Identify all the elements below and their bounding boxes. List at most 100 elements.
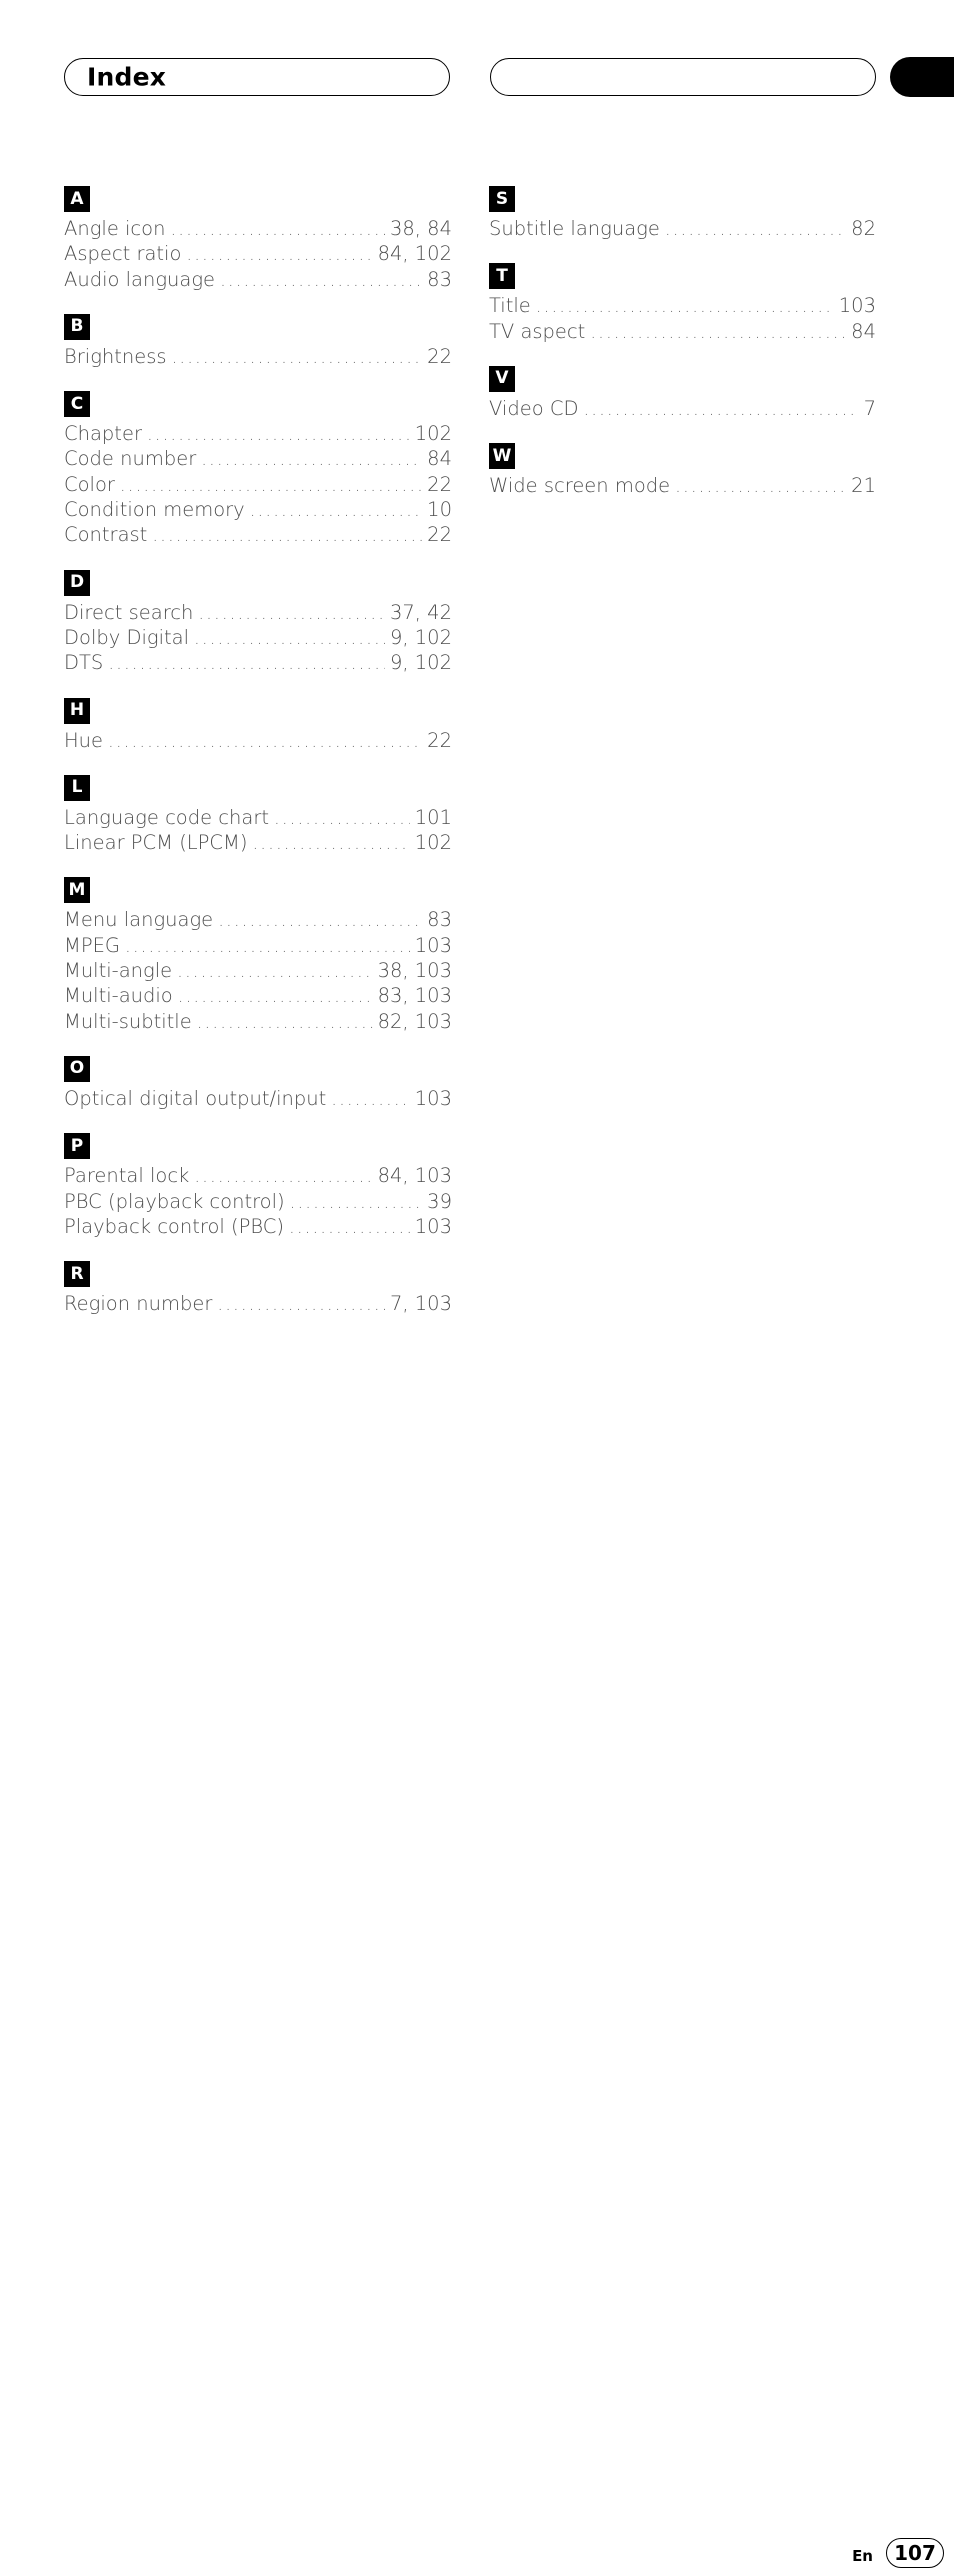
index-entry[interactable]: Brightness..............................… bbox=[64, 345, 452, 370]
index-entry-page: 84 bbox=[851, 319, 876, 343]
index-column-right: S Subtitle language......................… bbox=[489, 186, 876, 499]
index-entry-label: Aspect ratio bbox=[64, 242, 182, 266]
index-entry[interactable]: Hue.....................................… bbox=[64, 729, 452, 754]
index-entry[interactable]: Title...................................… bbox=[489, 294, 876, 319]
index-entry[interactable]: Multi-angle.............................… bbox=[64, 959, 452, 984]
letter-heading-c: C bbox=[64, 391, 90, 418]
index-entry-page: 103 bbox=[414, 1214, 452, 1238]
index-entry-page: 101 bbox=[414, 805, 452, 829]
index-entry-leader: ........................................… bbox=[664, 219, 846, 240]
index-entry[interactable]: Multi-audio.............................… bbox=[64, 984, 452, 1009]
index-entry-page: 38, 103 bbox=[377, 959, 452, 983]
index-entry-leader: ........................................… bbox=[675, 476, 847, 498]
index-entry-label: DTS bbox=[64, 651, 104, 675]
index-entry-page: 39 bbox=[427, 1189, 452, 1213]
index-entry-page: 102 bbox=[414, 831, 452, 855]
index-entry[interactable]: Language code chart.....................… bbox=[64, 806, 452, 831]
index-entry[interactable]: Linear PCM (LPCM).......................… bbox=[64, 831, 452, 856]
index-entry-leader: ........................................… bbox=[177, 961, 373, 983]
thumb-tab-icon bbox=[890, 57, 954, 97]
index-entry-leader: ........................................… bbox=[186, 244, 373, 266]
index-entry[interactable]: Parental lock...........................… bbox=[64, 1164, 452, 1189]
index-group-m: M Menu language..........................… bbox=[64, 877, 452, 1034]
index-entry-label: Wide screen mode bbox=[489, 474, 671, 498]
index-entry-page: 82, 103 bbox=[377, 1009, 452, 1033]
index-entry-page: 38, 84 bbox=[389, 217, 452, 240]
index-entry-page: 103 bbox=[414, 1086, 452, 1110]
letter-heading-t: T bbox=[489, 263, 515, 290]
index-entry-page: 83 bbox=[427, 908, 452, 932]
letter-heading-l: L bbox=[64, 774, 90, 801]
index-entry-label: Audio language bbox=[64, 267, 216, 291]
letter-heading-p: P bbox=[64, 1133, 90, 1160]
index-entry-label: Optical digital output/input bbox=[64, 1086, 327, 1110]
page-number: 107 bbox=[894, 2541, 936, 2565]
index-entry[interactable]: DTS.....................................… bbox=[64, 651, 452, 676]
index-entry-label: Multi-angle bbox=[64, 959, 173, 983]
index-entry-label: Menu language bbox=[64, 908, 214, 932]
index-entry[interactable]: Angle icon..............................… bbox=[64, 217, 452, 242]
index-entry[interactable]: MPEG....................................… bbox=[64, 934, 452, 959]
index-entry[interactable]: Audio language..........................… bbox=[64, 268, 452, 293]
index-entry[interactable]: Chapter.................................… bbox=[64, 422, 452, 447]
index-entry-label: Parental lock bbox=[64, 1164, 190, 1188]
index-entry-page: 83, 103 bbox=[377, 984, 452, 1008]
index-entry-leader: ........................................… bbox=[331, 1088, 410, 1110]
index-entry[interactable]: Playback control (PBC)..................… bbox=[64, 1215, 452, 1240]
index-entry[interactable]: Color...................................… bbox=[64, 473, 452, 498]
index-entry-leader: ........................................… bbox=[249, 500, 422, 522]
index-entry-leader: ........................................… bbox=[583, 398, 858, 420]
index-entry[interactable]: Optical digital output/input............… bbox=[64, 1087, 452, 1112]
index-group-l: L Language code chart....................… bbox=[64, 774, 452, 857]
page-title: Index bbox=[87, 62, 167, 92]
letter-heading-b: B bbox=[64, 313, 90, 340]
index-entry[interactable]: Aspect ratio............................… bbox=[64, 242, 452, 267]
letter-heading-o: O bbox=[64, 1055, 90, 1082]
index-entry[interactable]: Menu language...........................… bbox=[64, 908, 452, 933]
index-entry[interactable]: Video CD................................… bbox=[489, 397, 876, 422]
index-group-v: V Video CD...............................… bbox=[489, 365, 876, 422]
index-group-c: C Chapter................................… bbox=[64, 391, 452, 548]
index-entry-leader: ........................................… bbox=[198, 602, 385, 624]
index-entry[interactable]: TV aspect...............................… bbox=[489, 320, 876, 345]
index-entry-leader: ........................................… bbox=[171, 346, 423, 368]
index-entry[interactable]: Contrast................................… bbox=[64, 523, 452, 548]
letter-heading-a: A bbox=[64, 186, 90, 212]
index-group-w: W Wide screen mode.......................… bbox=[489, 443, 876, 499]
index-entry-label: Angle icon bbox=[64, 217, 166, 240]
index-entry-leader: ........................................… bbox=[194, 1166, 372, 1188]
index-group-a: A Angle icon.............................… bbox=[64, 186, 452, 293]
index-entry-label: Linear PCM (LPCM) bbox=[64, 831, 248, 855]
index-entry-label: MPEG bbox=[64, 933, 121, 957]
index-entry-label: Subtitle language bbox=[489, 217, 660, 240]
index-entry-leader: ........................................… bbox=[125, 935, 410, 957]
header-empty-pill bbox=[490, 58, 876, 96]
index-entry[interactable]: Wide screen mode........................… bbox=[489, 474, 876, 499]
index-entry[interactable]: Direct search...........................… bbox=[64, 601, 452, 626]
index-entry-leader: ........................................… bbox=[289, 1191, 423, 1213]
index-entry-leader: ........................................… bbox=[196, 1011, 373, 1033]
letter-heading-m: M bbox=[64, 877, 90, 904]
index-entry-leader: ........................................… bbox=[274, 807, 410, 829]
index-entry-page: 103 bbox=[838, 294, 876, 318]
index-entry-leader: ........................................… bbox=[194, 627, 385, 649]
index-entry-label: Title bbox=[489, 294, 531, 318]
index-entry[interactable]: Dolby Digital...........................… bbox=[64, 626, 452, 651]
index-entry-label: Contrast bbox=[64, 523, 148, 547]
index-entry-page: 83 bbox=[427, 267, 452, 291]
index-entry[interactable]: Subtitle language.......................… bbox=[489, 217, 876, 242]
index-entry-label: Hue bbox=[64, 728, 104, 752]
index-entry[interactable]: Multi-subtitle..........................… bbox=[64, 1010, 452, 1035]
index-group-s: S Subtitle language......................… bbox=[489, 186, 876, 242]
language-code: En bbox=[852, 2547, 873, 2565]
index-entry-label: PBC (playback control) bbox=[64, 1189, 285, 1213]
letter-heading-v: V bbox=[489, 365, 515, 392]
index-entry[interactable]: Condition memory........................… bbox=[64, 498, 452, 523]
index-entry-leader: ........................................… bbox=[252, 833, 409, 855]
index-entry-page: 103 bbox=[414, 933, 452, 957]
index-entry[interactable]: Code number.............................… bbox=[64, 447, 452, 472]
index-entry[interactable]: PBC (playback control)..................… bbox=[64, 1190, 452, 1215]
index-entry-page: 84, 103 bbox=[377, 1164, 452, 1188]
index-entry-page: 84 bbox=[427, 447, 452, 471]
index-entry-page: 9, 102 bbox=[389, 651, 452, 675]
